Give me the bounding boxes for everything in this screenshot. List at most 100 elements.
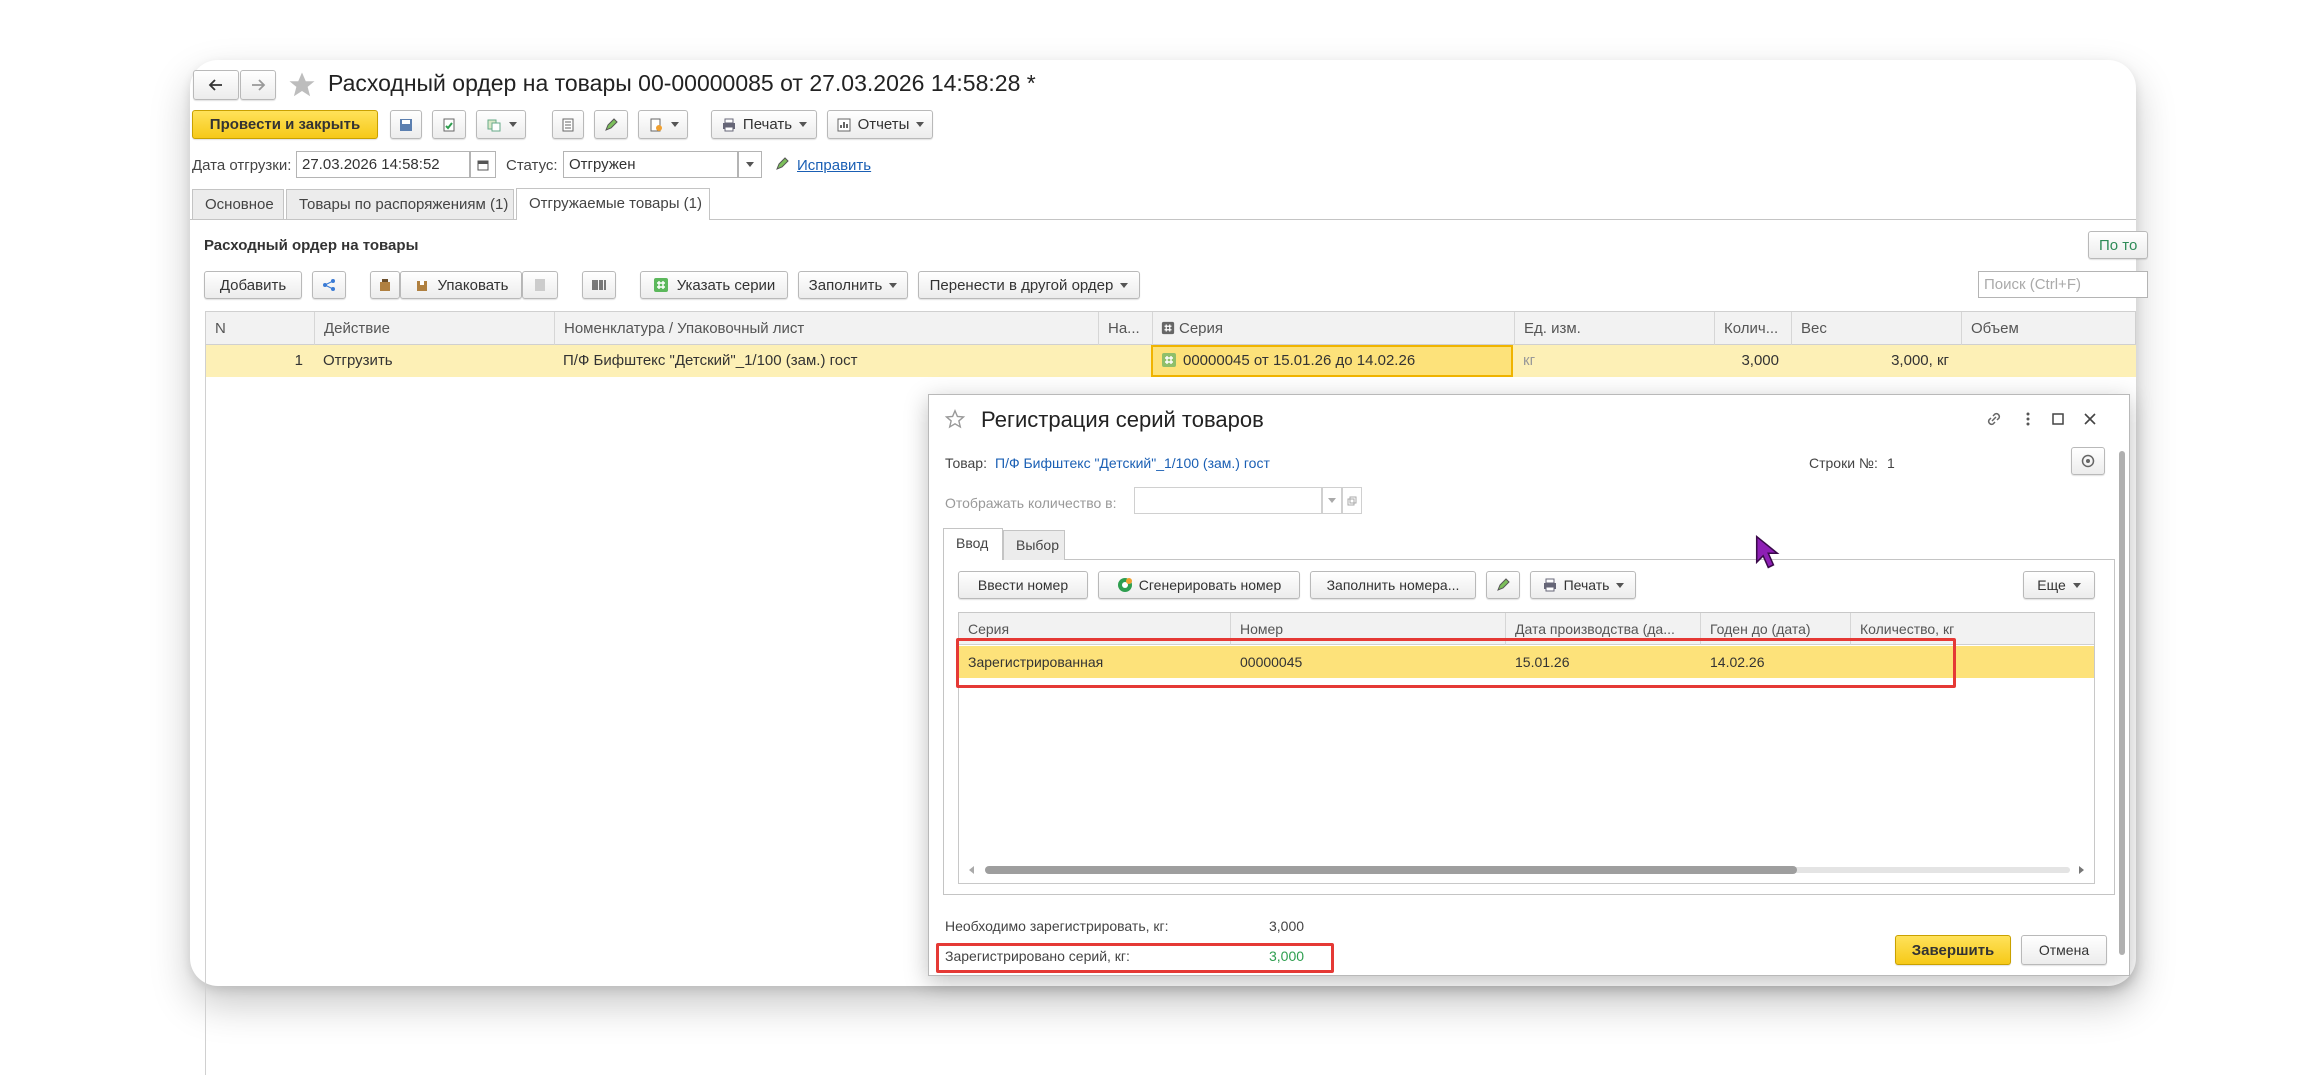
scroll-left-arrow[interactable]	[969, 866, 974, 874]
product-link[interactable]: П/Ф Бифштекс "Детский"_1/100 (зам.) гост	[995, 455, 1270, 471]
scroll-right-arrow[interactable]	[2079, 866, 2084, 874]
display-qty-dropdown[interactable]	[1322, 487, 1342, 514]
pack-extra-button[interactable]	[522, 271, 558, 299]
need-register-label: Необходимо зарегистрировать, кг:	[945, 918, 1169, 934]
ship-date-field[interactable]: 27.03.2026 14:58:52	[296, 151, 470, 178]
col-action[interactable]: Действие	[315, 312, 555, 346]
ship-date-label: Дата отгрузки:	[192, 157, 292, 174]
post-button[interactable]	[432, 110, 466, 139]
add-button[interactable]: Добавить	[204, 271, 302, 299]
cell-n: 1	[294, 352, 303, 369]
horizontal-scrollbar[interactable]	[969, 865, 2084, 875]
cell-series-text: 00000045 от 15.01.26 до 14.02.26	[1183, 352, 1416, 369]
status-field[interactable]: Отгружен	[563, 151, 738, 178]
tab-main[interactable]: Основное	[192, 189, 284, 219]
col-volume[interactable]: Объем	[1962, 312, 2137, 346]
dialog-tab-input[interactable]: Ввод	[943, 528, 1003, 560]
pack-button[interactable]: Упаковать	[400, 271, 522, 299]
star-icon[interactable]	[287, 70, 317, 100]
generate-number-button[interactable]: Сгенерировать номер	[1098, 571, 1300, 599]
goods-table-left-border	[205, 345, 206, 1075]
fill-numbers-button[interactable]: Заполнить номера...	[1310, 571, 1476, 599]
generate-label: Сгенерировать номер	[1138, 577, 1282, 593]
cell-series: 00000045 от 15.01.26 до 14.02.26	[1153, 345, 1511, 377]
dialog-print-button[interactable]: Печать	[1530, 571, 1636, 599]
cursor-icon	[1755, 534, 1780, 569]
col-item[interactable]: Номенклатура / Упаковочный лист	[555, 312, 1099, 346]
star-outline-icon[interactable]	[944, 408, 966, 430]
more-button[interactable]: Еще	[2023, 571, 2095, 599]
dialog-title: Регистрация серий товаров	[981, 407, 1264, 432]
share-icon	[323, 279, 335, 291]
reports-label: Отчеты	[857, 116, 910, 133]
nav-forward-button[interactable]	[240, 70, 276, 100]
reports-button[interactable]: Отчеты	[827, 110, 933, 139]
tabs-baseline	[190, 219, 2136, 220]
attachment-icon	[650, 118, 662, 131]
col-unit[interactable]: Ед. изм.	[1515, 312, 1715, 346]
report-icon	[837, 118, 851, 131]
annotation-registered	[936, 943, 1334, 973]
arrow-left-icon	[208, 79, 222, 91]
fix-link[interactable]: Исправить	[797, 157, 871, 174]
barcode-button[interactable]	[582, 271, 616, 299]
right-partial-button[interactable]: По то	[2088, 231, 2148, 259]
status-dropdown-button[interactable]	[738, 151, 762, 178]
package-icon	[416, 281, 427, 291]
save-button[interactable]	[390, 110, 422, 139]
vscroll-thumb[interactable]	[2119, 451, 2125, 955]
tab-shipped-goods[interactable]: Отгружаемые товары (1)	[516, 188, 710, 220]
col-na[interactable]: На...	[1099, 312, 1153, 346]
open-window-icon	[1347, 496, 1357, 505]
structure-button[interactable]	[552, 110, 584, 139]
vertical-scrollbar[interactable]	[2118, 435, 2126, 971]
calendar-button[interactable]	[470, 151, 496, 178]
goods-table-header: N Действие Номенклатура / Упаковочный ли…	[205, 311, 2137, 346]
scroll-thumb[interactable]	[985, 866, 1797, 874]
close-icon[interactable]	[2081, 410, 2099, 428]
col-series[interactable]: Серия	[1153, 312, 1515, 346]
pencil-icon	[1497, 578, 1510, 591]
edit-button[interactable]	[594, 110, 628, 139]
need-register-value: 3,000	[1269, 918, 1305, 934]
generate-icon	[1117, 578, 1132, 592]
pack-doc-icon	[535, 279, 545, 291]
move-to-order-button[interactable]: Перенести в другой ордер	[918, 271, 1140, 299]
finish-button[interactable]: Завершить	[1895, 935, 2011, 965]
set-series-button[interactable]: Указать серии	[640, 271, 788, 299]
rows-value: 1	[1887, 455, 1895, 471]
printer-icon	[722, 118, 735, 131]
post-and-close-button[interactable]: Провести и закрыть	[192, 110, 378, 139]
window-title: Расходный ордер на товары 00-00000085 от…	[328, 70, 1036, 96]
create-based-icon	[487, 119, 500, 131]
table-row[interactable]: 1 Отгрузить П/Ф Бифштекс "Детский"_1/100…	[205, 345, 2136, 377]
cell-volume	[1961, 345, 2136, 377]
display-qty-field[interactable]	[1134, 487, 1322, 514]
link-icon[interactable]	[1985, 410, 2003, 428]
col-n[interactable]: N	[206, 312, 315, 346]
create-based-button[interactable]	[476, 110, 526, 139]
settings-button[interactable]	[2071, 447, 2105, 475]
edit-pencil-button[interactable]	[1486, 571, 1520, 599]
enter-number-button[interactable]: Ввести номер	[958, 571, 1088, 599]
cancel-button[interactable]: Отмена	[2021, 935, 2107, 965]
more-vertical-icon[interactable]	[2019, 410, 2037, 428]
dialog-tab-select[interactable]: Выбор	[1003, 530, 1065, 560]
attachments-button[interactable]	[638, 110, 688, 139]
tab-goods-by-orders[interactable]: Товары по распоряжениям (1)	[286, 189, 514, 219]
pack-label: Упаковать	[437, 276, 509, 294]
unpack-button[interactable]	[370, 271, 400, 299]
maximize-icon[interactable]	[2049, 410, 2067, 428]
col-weight[interactable]: Вес	[1792, 312, 1962, 346]
col-qty[interactable]: Колич...	[1715, 312, 1792, 346]
display-qty-open[interactable]	[1342, 487, 1362, 514]
fill-button[interactable]: Заполнить	[798, 271, 908, 299]
search-input[interactable]: Поиск (Ctrl+F)	[1978, 271, 2148, 298]
nav-back-button[interactable]	[193, 70, 239, 100]
right-partial-label: По то	[2099, 236, 2138, 254]
status-label: Статус:	[506, 157, 558, 174]
share-button[interactable]	[312, 271, 346, 299]
goods-table: N Действие Номенклатура / Упаковочный ли…	[205, 311, 2137, 1075]
arrow-right-icon	[252, 79, 266, 91]
print-button[interactable]: Печать	[711, 110, 817, 139]
